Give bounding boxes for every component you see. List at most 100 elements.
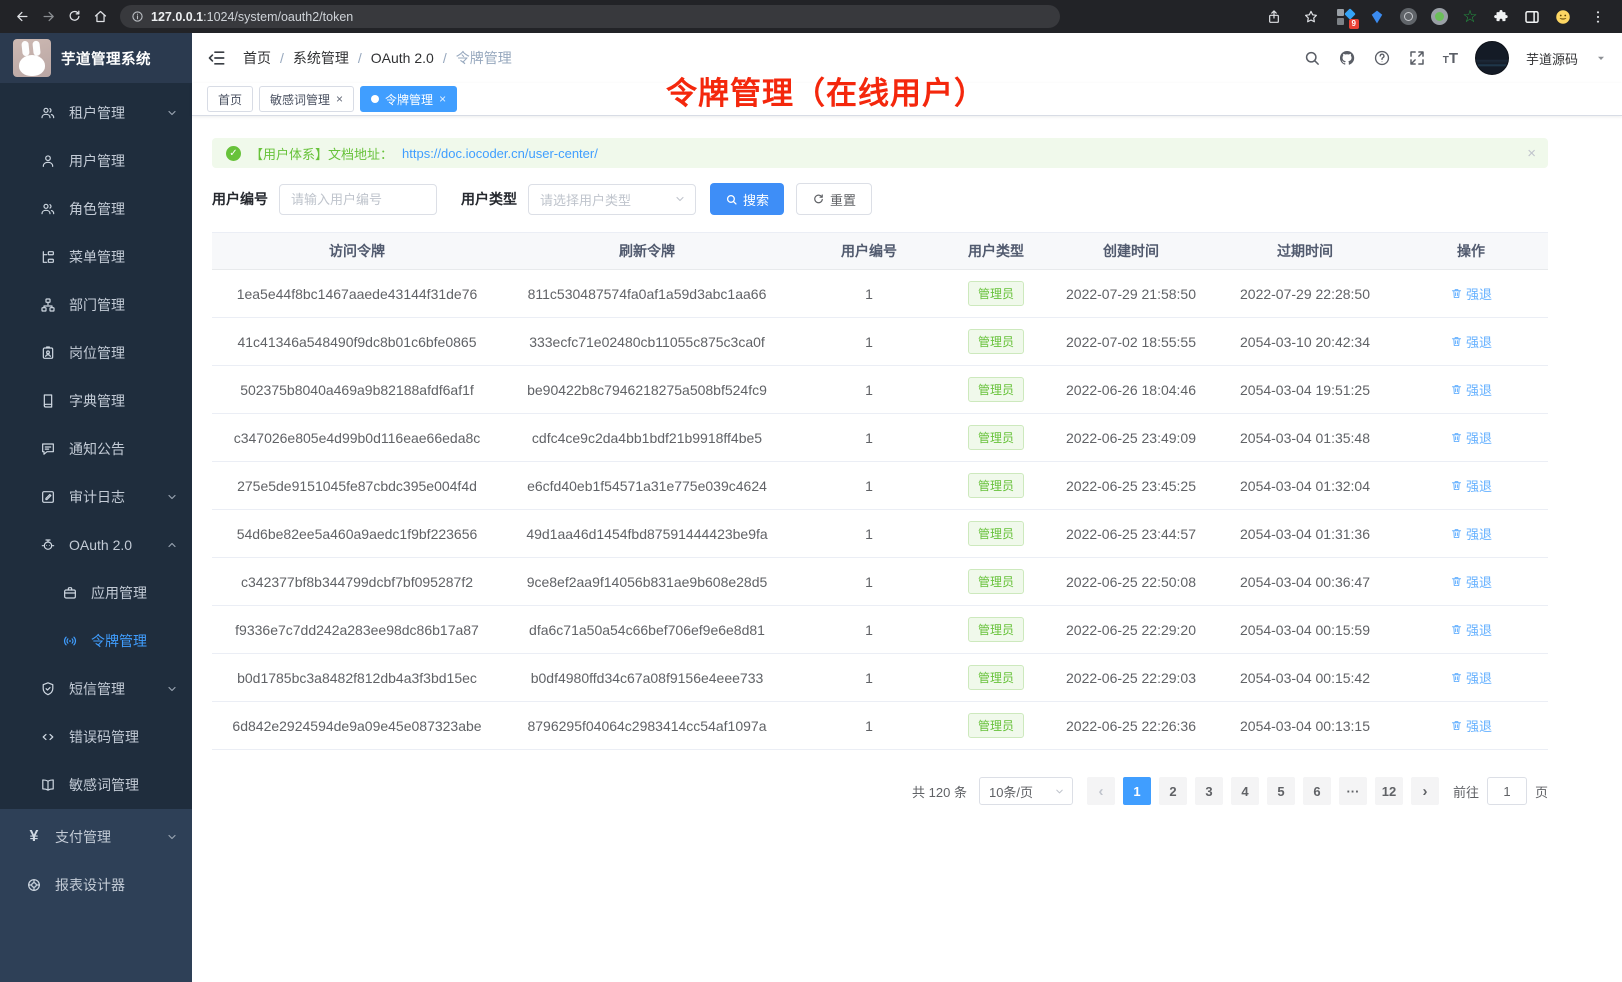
- force-logout-button[interactable]: 强退: [1450, 428, 1492, 447]
- browser-forward-icon[interactable]: [36, 5, 60, 29]
- refresh-token-cell: b0df4980ffd34c67a08f9156e4eee733: [502, 654, 792, 702]
- page-button-2[interactable]: 2: [1159, 777, 1187, 805]
- reset-button[interactable]: 重置: [796, 183, 872, 215]
- sidebar-collapse-icon[interactable]: [207, 48, 227, 68]
- extension-dark-circle[interactable]: [1398, 7, 1418, 27]
- sitemap-icon: [40, 297, 56, 313]
- sidebar-item-sms[interactable]: 短信管理: [0, 665, 192, 713]
- action-cell: 强退: [1394, 318, 1548, 366]
- user-id-cell: 1: [792, 558, 946, 606]
- page-size-select[interactable]: 10条/页: [979, 777, 1073, 805]
- extension-green-star[interactable]: ☆: [1460, 7, 1480, 27]
- page-button-3[interactable]: 3: [1195, 777, 1223, 805]
- force-logout-button[interactable]: 强退: [1450, 524, 1492, 543]
- total-count: 共 120 条: [912, 782, 967, 801]
- force-logout-button[interactable]: 强退: [1450, 284, 1492, 303]
- share-icon[interactable]: [1262, 5, 1286, 29]
- page-ellipsis[interactable]: ···: [1339, 777, 1367, 805]
- chevron-down-icon[interactable]: [1595, 52, 1607, 64]
- dict-icon: [40, 393, 56, 409]
- breadcrumb-item[interactable]: 首页: [243, 48, 271, 68]
- sidebar-item-label: 短信管理: [69, 679, 125, 699]
- avatar[interactable]: [1475, 41, 1509, 75]
- sidebar-item-pay[interactable]: ¥支付管理: [0, 813, 192, 861]
- site-info-icon[interactable]: [131, 10, 144, 23]
- tab-home[interactable]: 首页: [207, 86, 253, 112]
- sidebar-item-oauth2-app[interactable]: 应用管理: [0, 569, 192, 617]
- sidebar-item-dept[interactable]: 部门管理: [0, 281, 192, 329]
- force-logout-button[interactable]: 强退: [1450, 332, 1492, 351]
- editlog-icon: [40, 489, 56, 505]
- search-button[interactable]: 搜索: [710, 183, 784, 215]
- sidebar: 芋道管理系统 租户管理用户管理角色管理菜单管理部门管理岗位管理字典管理通知公告审…: [0, 33, 192, 982]
- prev-page-button[interactable]: ‹: [1087, 777, 1115, 805]
- fullscreen-icon[interactable]: [1408, 49, 1426, 67]
- sidebar-item-dict[interactable]: 字典管理: [0, 377, 192, 425]
- goto-page-input[interactable]: [1487, 777, 1527, 805]
- github-icon[interactable]: [1338, 49, 1356, 67]
- force-logout-button[interactable]: 强退: [1450, 380, 1492, 399]
- yen-icon: ¥: [26, 829, 42, 845]
- created-at-cell: 2022-06-25 22:50:08: [1046, 558, 1216, 606]
- browser-back-icon[interactable]: [10, 5, 34, 29]
- signal-icon: [62, 633, 78, 649]
- sidebar-item-audit-log[interactable]: 审计日志: [0, 473, 192, 521]
- font-size-icon[interactable]: TT: [1443, 50, 1458, 67]
- page-button-6[interactable]: 6: [1303, 777, 1331, 805]
- page-button-4[interactable]: 4: [1231, 777, 1259, 805]
- force-logout-button[interactable]: 强退: [1450, 620, 1492, 639]
- browser-reload-icon[interactable]: [62, 5, 86, 29]
- sidebar-item-oauth2[interactable]: OAuth 2.0: [0, 521, 192, 569]
- logo-rabbit-image: [13, 39, 51, 77]
- sidebar-item-error-code[interactable]: 错误码管理: [0, 713, 192, 761]
- extension-green-dot[interactable]: [1429, 7, 1449, 27]
- sidebar-item-oauth2-token[interactable]: 令牌管理: [0, 617, 192, 665]
- expires-at-cell: 2054-03-10 20:42:34: [1216, 318, 1394, 366]
- next-page-button[interactable]: ›: [1411, 777, 1439, 805]
- sidebar-item-tenant[interactable]: 租户管理: [0, 89, 192, 137]
- user-icon: [40, 153, 56, 169]
- alert-doc-link[interactable]: https://doc.iocoder.cn/user-center/: [402, 146, 598, 161]
- bookmark-star-icon[interactable]: [1299, 5, 1323, 29]
- sidebar-item-report-designer[interactable]: 报表设计器: [0, 861, 192, 909]
- users-icon: [40, 105, 56, 121]
- username[interactable]: 芋道源码: [1526, 49, 1578, 68]
- tab-close-icon[interactable]: ×: [439, 93, 446, 105]
- expires-at-cell: 2054-03-04 00:15:42: [1216, 654, 1394, 702]
- app-logo[interactable]: 芋道管理系统: [0, 33, 192, 83]
- force-logout-button[interactable]: 强退: [1450, 668, 1492, 687]
- sidebar-item-sensitive-word[interactable]: 敏感词管理: [0, 761, 192, 809]
- extension-side-panel[interactable]: [1522, 7, 1542, 27]
- extension-grid-diamond[interactable]: 9: [1336, 7, 1356, 27]
- table-row: 54d6be82ee5a460a9aedc1f9bf22365649d1aa46…: [212, 510, 1548, 558]
- browser-menu-icon[interactable]: [1586, 5, 1610, 29]
- force-logout-button[interactable]: 强退: [1450, 476, 1492, 495]
- force-logout-button[interactable]: 强退: [1450, 716, 1492, 735]
- refresh-token-cell: dfa6c71a50a54c66bef706ef9e6e8d81: [502, 606, 792, 654]
- sidebar-item-notice[interactable]: 通知公告: [0, 425, 192, 473]
- breadcrumb-item[interactable]: OAuth 2.0: [371, 50, 434, 66]
- address-bar[interactable]: 127.0.0.1:1024/system/oauth2/token: [120, 5, 1060, 28]
- page-button-1[interactable]: 1: [1123, 777, 1151, 805]
- user-type-select[interactable]: 请选择用户类型: [528, 184, 696, 215]
- search-icon[interactable]: [1303, 49, 1321, 67]
- force-logout-button[interactable]: 强退: [1450, 572, 1492, 591]
- browser-home-icon[interactable]: [88, 5, 112, 29]
- tab-sensitive-word[interactable]: 敏感词管理×: [259, 86, 354, 112]
- page-button-12[interactable]: 12: [1375, 777, 1403, 805]
- page-button-5[interactable]: 5: [1267, 777, 1295, 805]
- sidebar-item-user[interactable]: 用户管理: [0, 137, 192, 185]
- action-cell: 强退: [1394, 606, 1548, 654]
- breadcrumb-item[interactable]: 系统管理: [293, 48, 349, 68]
- help-icon[interactable]: [1373, 49, 1391, 67]
- sidebar-item-post[interactable]: 岗位管理: [0, 329, 192, 377]
- alert-close-icon[interactable]: ×: [1527, 145, 1536, 162]
- sidebar-item-menu[interactable]: 菜单管理: [0, 233, 192, 281]
- tab-token[interactable]: 令牌管理×: [360, 86, 457, 112]
- extension-puzzle[interactable]: [1491, 7, 1511, 27]
- user-id-input[interactable]: [279, 184, 437, 215]
- extension-emoji[interactable]: [1553, 7, 1573, 27]
- sidebar-item-role[interactable]: 角色管理: [0, 185, 192, 233]
- extension-gem[interactable]: [1367, 7, 1387, 27]
- tab-close-icon[interactable]: ×: [336, 93, 343, 105]
